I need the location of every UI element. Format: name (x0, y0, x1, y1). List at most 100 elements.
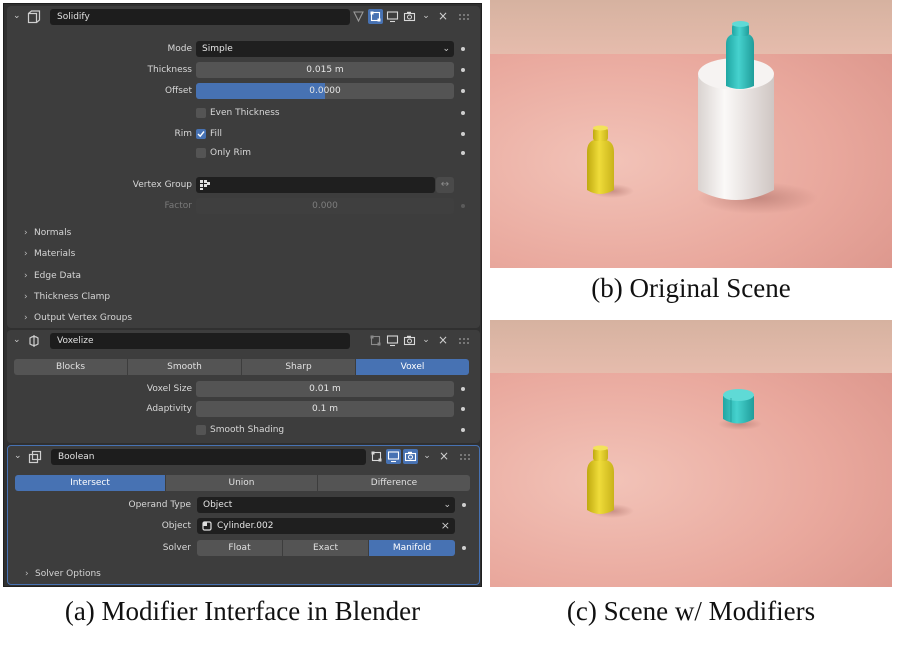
subpanel-label: Solver Options (35, 569, 101, 579)
only-rim-checkbox[interactable]: Only Rim (196, 145, 396, 161)
operand-type-dropdown[interactable]: Object ⌄ (197, 497, 455, 513)
voxel-size-label: Voxel Size (146, 384, 192, 394)
keyframe-dot-icon[interactable] (461, 407, 465, 411)
object-field[interactable]: Cylinder.002 × (197, 518, 455, 534)
thickness-field[interactable]: 0.015 m (196, 62, 454, 78)
modifier-name-field[interactable]: Voxelize (50, 333, 350, 349)
viewport-toggle[interactable] (385, 9, 400, 24)
smooth-shading-label: Smooth Shading (210, 425, 285, 435)
offset-slider[interactable]: 0.0000 (196, 83, 454, 99)
subpanel-solver-options[interactable]: › Solver Options (25, 566, 101, 582)
fill-label: Fill (210, 129, 223, 139)
offset-label: Offset (164, 86, 192, 96)
subpanel-materials[interactable]: › Materials (24, 246, 75, 262)
offset-slider-fill (196, 83, 325, 99)
even-thickness-checkbox[interactable]: Even Thickness (196, 105, 396, 121)
mode-value: Simple (202, 44, 233, 54)
chevron-down-icon[interactable]: ⌄ (420, 9, 432, 24)
boolean-op-union[interactable]: Union (166, 475, 318, 491)
drag-handle-icon[interactable] (459, 14, 471, 20)
viewport-toggle[interactable] (386, 449, 401, 464)
camera-icon (403, 335, 416, 346)
subpanel-label: Edge Data (34, 271, 81, 281)
factor-field[interactable]: 0.000 (196, 198, 454, 214)
subpanel-thickness-clamp[interactable]: › Thickness Clamp (24, 289, 110, 305)
close-icon[interactable]: × (437, 8, 449, 24)
keyframe-dot-icon[interactable] (461, 68, 465, 72)
boolean-op-difference[interactable]: Difference (318, 475, 470, 491)
monitor-icon (386, 11, 399, 23)
subpanel-normals[interactable]: › Normals (24, 225, 71, 241)
keyframe-dot-icon[interactable] (462, 503, 466, 507)
solver-float[interactable]: Float (197, 540, 283, 556)
chevron-right-icon: › (24, 271, 28, 281)
render-toggle[interactable] (402, 9, 417, 24)
collapse-chevron-icon[interactable]: ⌄ (13, 11, 23, 21)
subpanel-edge-data[interactable]: › Edge Data (24, 268, 81, 284)
keyframe-dot-icon[interactable] (461, 204, 465, 208)
smooth-shading-checkbox[interactable]: Smooth Shading (196, 422, 396, 438)
render-toggle[interactable] (403, 449, 418, 464)
voxelize-mode-blocks[interactable]: Blocks (14, 359, 128, 375)
vertex-group-label: Vertex Group (132, 180, 192, 190)
checkbox-box (196, 148, 206, 158)
close-icon[interactable]: × (438, 448, 450, 464)
caption-original-scene: (b) Original Scene (591, 273, 791, 303)
keyframe-dot-icon[interactable] (461, 89, 465, 93)
modifier-name-field[interactable]: Boolean (51, 449, 366, 465)
voxelize-mode-sharp[interactable]: Sharp (242, 359, 356, 375)
camera-icon (404, 451, 417, 462)
voxel-size-field[interactable]: 0.01 m (196, 381, 454, 397)
keyframe-dot-icon[interactable] (461, 132, 465, 136)
voxelize-modifier: ⌄ Voxelize ⌄ × Blocks Smooth Sharp Voxel… (7, 330, 480, 443)
solver-manifold[interactable]: Manifold (369, 540, 455, 556)
close-icon[interactable]: × (437, 332, 449, 348)
edit-mode-toggle[interactable] (369, 449, 384, 464)
collapse-chevron-icon[interactable]: ⌄ (13, 335, 23, 345)
vertex-group-field[interactable] (196, 177, 435, 193)
floor (490, 373, 892, 587)
keyframe-dot-icon[interactable] (461, 111, 465, 115)
keyframe-dot-icon[interactable] (461, 387, 465, 391)
checkbox-box (196, 108, 206, 118)
invert-arrows-icon[interactable]: ↔ (436, 177, 454, 193)
fill-checkbox[interactable]: Fill (196, 126, 396, 142)
chevron-right-icon: › (24, 249, 28, 259)
collapse-chevron-icon[interactable]: ⌄ (14, 451, 24, 461)
render-toggle[interactable] (402, 333, 417, 348)
viewport-toggle[interactable] (385, 333, 400, 348)
boolean-op-intersect[interactable]: Intersect (15, 475, 166, 491)
vertex-group-icon (200, 180, 210, 190)
floor (490, 54, 892, 268)
rim-label: Rim (174, 129, 192, 139)
edit-mode-icon (371, 451, 382, 462)
voxelize-mode-voxel[interactable]: Voxel (356, 359, 469, 375)
object-icon (202, 521, 212, 531)
keyframe-dot-icon[interactable] (461, 428, 465, 432)
keyframe-dot-icon[interactable] (462, 546, 466, 550)
chevron-down-icon[interactable]: ⌄ (420, 333, 432, 348)
modifier-name-field[interactable]: Solidify (50, 9, 350, 25)
modifier-panel: ⌄ Solidify ⌄ × Mode Simple ⌄ Thickness 0… (3, 3, 482, 587)
subpanel-label: Normals (34, 228, 72, 238)
adaptivity-field[interactable]: 0.1 m (196, 401, 454, 417)
only-rim-label: Only Rim (210, 148, 251, 158)
wall (490, 320, 892, 375)
voxelize-header: ⌄ Voxelize ⌄ × (7, 330, 480, 352)
drag-handle-icon[interactable] (460, 454, 472, 460)
checkbox-box (196, 129, 206, 139)
clear-icon[interactable]: × (441, 518, 450, 534)
on-cage-toggle[interactable] (351, 9, 366, 24)
edit-mode-toggle[interactable] (368, 333, 383, 348)
object-value: Cylinder.002 (217, 521, 274, 531)
voxelize-mode-smooth[interactable]: Smooth (128, 359, 242, 375)
drag-handle-icon[interactable] (459, 338, 471, 344)
solver-label: Solver (162, 543, 191, 553)
subpanel-output-vertex-groups[interactable]: › Output Vertex Groups (24, 310, 132, 326)
edit-mode-toggle[interactable] (368, 9, 383, 24)
keyframe-dot-icon[interactable] (461, 151, 465, 155)
solver-exact[interactable]: Exact (283, 540, 369, 556)
keyframe-dot-icon[interactable] (461, 47, 465, 51)
chevron-down-icon[interactable]: ⌄ (421, 449, 433, 464)
mode-dropdown[interactable]: Simple ⌄ (196, 41, 454, 57)
